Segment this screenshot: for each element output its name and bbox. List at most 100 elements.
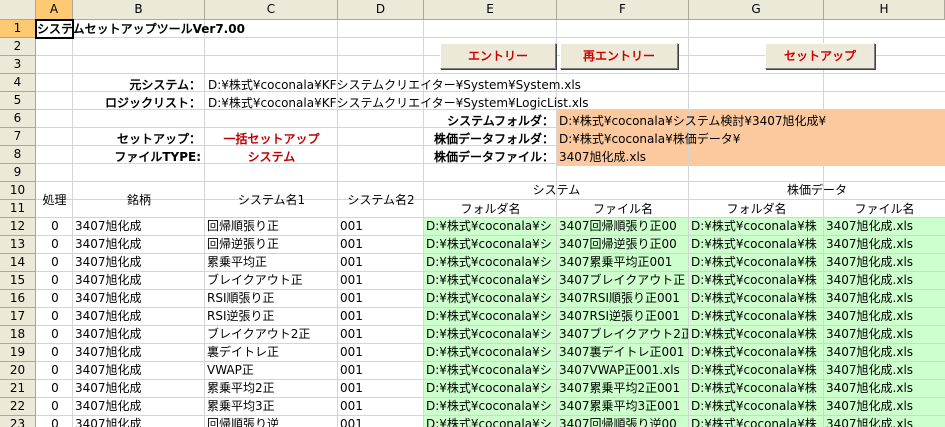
- system-name1-cell[interactable]: 回帰逆張り正: [207, 236, 337, 253]
- process-cell[interactable]: 0: [38, 218, 72, 235]
- system-name1-cell[interactable]: ブレイクアウト正: [207, 272, 337, 289]
- row-header-6[interactable]: 6: [0, 110, 36, 128]
- system-name1-cell[interactable]: 裏デイトレ正: [207, 344, 337, 361]
- row-header-5[interactable]: 5: [0, 92, 36, 110]
- col-header-e[interactable]: E: [424, 0, 557, 20]
- price-file-cell[interactable]: 3407旭化成.xls: [826, 308, 944, 325]
- stock-cell[interactable]: 3407旭化成: [75, 344, 204, 361]
- process-cell[interactable]: 0: [38, 272, 72, 289]
- stock-cell[interactable]: 3407旭化成: [75, 236, 204, 253]
- system-name2-cell[interactable]: 001: [340, 308, 423, 325]
- system-name2-cell[interactable]: 001: [340, 416, 423, 427]
- row-header-9[interactable]: 9: [0, 164, 36, 182]
- system-folder-cell[interactable]: D:¥株式¥coconala¥シ: [426, 380, 556, 397]
- system-folder-path[interactable]: D:¥株式¥coconala¥システム検討¥3407旭化成¥: [559, 113, 943, 130]
- system-folder-cell[interactable]: D:¥株式¥coconala¥シ: [426, 236, 556, 253]
- price-folder-cell[interactable]: D:¥株式¥coconala¥株: [691, 362, 823, 379]
- system-folder-cell[interactable]: D:¥株式¥coconala¥シ: [426, 308, 556, 325]
- system-name1-cell[interactable]: 回帰順張り正: [207, 218, 337, 235]
- col-header-g[interactable]: G: [689, 0, 824, 20]
- price-folder-path[interactable]: D:¥株式¥coconala¥株価データ¥: [559, 131, 943, 148]
- row-header-20[interactable]: 20: [0, 362, 36, 380]
- system-name1-cell[interactable]: RSI順張り正: [207, 290, 337, 307]
- price-file-cell[interactable]: 3407旭化成.xls: [826, 362, 944, 379]
- price-file-cell[interactable]: 3407旭化成.xls: [826, 344, 944, 361]
- system-file-cell[interactable]: 3407ブレイクアウト2正: [559, 326, 688, 343]
- system-name2-cell[interactable]: 001: [340, 272, 423, 289]
- price-folder-cell[interactable]: D:¥株式¥coconala¥株: [691, 290, 823, 307]
- row-header-19[interactable]: 19: [0, 344, 36, 362]
- price-folder-cell[interactable]: D:¥株式¥coconala¥株: [691, 380, 823, 397]
- col-header-d[interactable]: D: [338, 0, 424, 20]
- system-name2-cell[interactable]: 001: [340, 254, 423, 271]
- stock-cell[interactable]: 3407旭化成: [75, 254, 204, 271]
- moto-system-path[interactable]: D:¥株式¥coconala¥KFシステムクリエイター¥System¥Syste…: [208, 77, 638, 94]
- entry-button[interactable]: エントリー: [440, 43, 556, 69]
- row-header-4[interactable]: 4: [0, 74, 36, 92]
- system-file-cell[interactable]: 3407累乗平均2正001: [559, 380, 688, 397]
- row-header-11[interactable]: 11: [0, 200, 36, 218]
- row-header-16[interactable]: 16: [0, 290, 36, 308]
- row-header-18[interactable]: 18: [0, 326, 36, 344]
- price-folder-cell[interactable]: D:¥株式¥coconala¥株: [691, 218, 823, 235]
- system-name1-cell[interactable]: 累乗平均正: [207, 254, 337, 271]
- price-file-cell[interactable]: 3407旭化成.xls: [826, 254, 944, 271]
- row-header-3[interactable]: 3: [0, 56, 36, 74]
- col-header-c[interactable]: C: [205, 0, 338, 20]
- process-cell[interactable]: 0: [38, 344, 72, 361]
- col-header-f[interactable]: F: [557, 0, 689, 20]
- system-name2-cell[interactable]: 001: [340, 290, 423, 307]
- system-folder-cell[interactable]: D:¥株式¥coconala¥シ: [426, 398, 556, 415]
- row-header-21[interactable]: 21: [0, 380, 36, 398]
- re-entry-button[interactable]: 再エントリー: [560, 43, 678, 69]
- price-file-cell[interactable]: 3407旭化成.xls: [826, 398, 944, 415]
- system-folder-cell[interactable]: D:¥株式¥coconala¥シ: [426, 362, 556, 379]
- system-file-cell[interactable]: 3407裏デイトレ正001: [559, 344, 688, 361]
- price-folder-cell[interactable]: D:¥株式¥coconala¥株: [691, 398, 823, 415]
- process-cell[interactable]: 0: [38, 236, 72, 253]
- system-name1-cell[interactable]: VWAP正: [207, 362, 337, 379]
- system-name2-cell[interactable]: 001: [340, 362, 423, 379]
- filetype-value[interactable]: システム: [205, 149, 338, 166]
- col-header-a[interactable]: A: [36, 0, 73, 20]
- price-file-cell[interactable]: 3407旭化成.xls: [826, 236, 944, 253]
- row-header-2[interactable]: 2: [0, 38, 36, 56]
- price-file-cell[interactable]: 3407旭化成.xls: [826, 326, 944, 343]
- stock-cell[interactable]: 3407旭化成: [75, 362, 204, 379]
- process-cell[interactable]: 0: [38, 398, 72, 415]
- price-file-name[interactable]: 3407旭化成.xls: [559, 149, 943, 166]
- stock-cell[interactable]: 3407旭化成: [75, 290, 204, 307]
- process-cell[interactable]: 0: [38, 416, 72, 427]
- price-folder-cell[interactable]: D:¥株式¥coconala¥株: [691, 326, 823, 343]
- col-header-b[interactable]: B: [73, 0, 205, 20]
- system-file-cell[interactable]: 3407RSI順張り正001: [559, 290, 688, 307]
- process-cell[interactable]: 0: [38, 380, 72, 397]
- system-folder-cell[interactable]: D:¥株式¥coconala¥シ: [426, 218, 556, 235]
- system-name2-cell[interactable]: 001: [340, 326, 423, 343]
- system-name2-cell[interactable]: 001: [340, 398, 423, 415]
- row-header-15[interactable]: 15: [0, 272, 36, 290]
- process-cell[interactable]: 0: [38, 254, 72, 271]
- system-name1-cell[interactable]: 累乗平均3正: [207, 398, 337, 415]
- stock-cell[interactable]: 3407旭化成: [75, 398, 204, 415]
- system-folder-cell[interactable]: D:¥株式¥coconala¥シ: [426, 344, 556, 361]
- system-name1-cell[interactable]: RSI逆張り正: [207, 308, 337, 325]
- price-file-cell[interactable]: 3407旭化成.xls: [826, 290, 944, 307]
- system-file-cell[interactable]: 3407累乗平均3正001: [559, 398, 688, 415]
- system-file-cell[interactable]: 3407回帰逆張り正00: [559, 236, 688, 253]
- row-header-1[interactable]: 1: [0, 20, 36, 38]
- row-header-12[interactable]: 12: [0, 218, 36, 236]
- select-all-corner[interactable]: [0, 0, 36, 20]
- col-header-h[interactable]: H: [824, 0, 945, 20]
- price-file-cell[interactable]: 3407旭化成.xls: [826, 218, 944, 235]
- system-file-cell[interactable]: 3407回帰順張り逆00: [559, 416, 688, 427]
- price-folder-cell[interactable]: D:¥株式¥coconala¥株: [691, 236, 823, 253]
- stock-cell[interactable]: 3407旭化成: [75, 326, 204, 343]
- system-folder-cell[interactable]: D:¥株式¥coconala¥シ: [426, 272, 556, 289]
- setup-mode-value[interactable]: 一括セットアップ: [205, 131, 338, 148]
- stock-cell[interactable]: 3407旭化成: [75, 308, 204, 325]
- stock-cell[interactable]: 3407旭化成: [75, 380, 204, 397]
- system-name2-cell[interactable]: 001: [340, 380, 423, 397]
- system-name1-cell[interactable]: 累乗平均2正: [207, 380, 337, 397]
- stock-cell[interactable]: 3407旭化成: [75, 218, 204, 235]
